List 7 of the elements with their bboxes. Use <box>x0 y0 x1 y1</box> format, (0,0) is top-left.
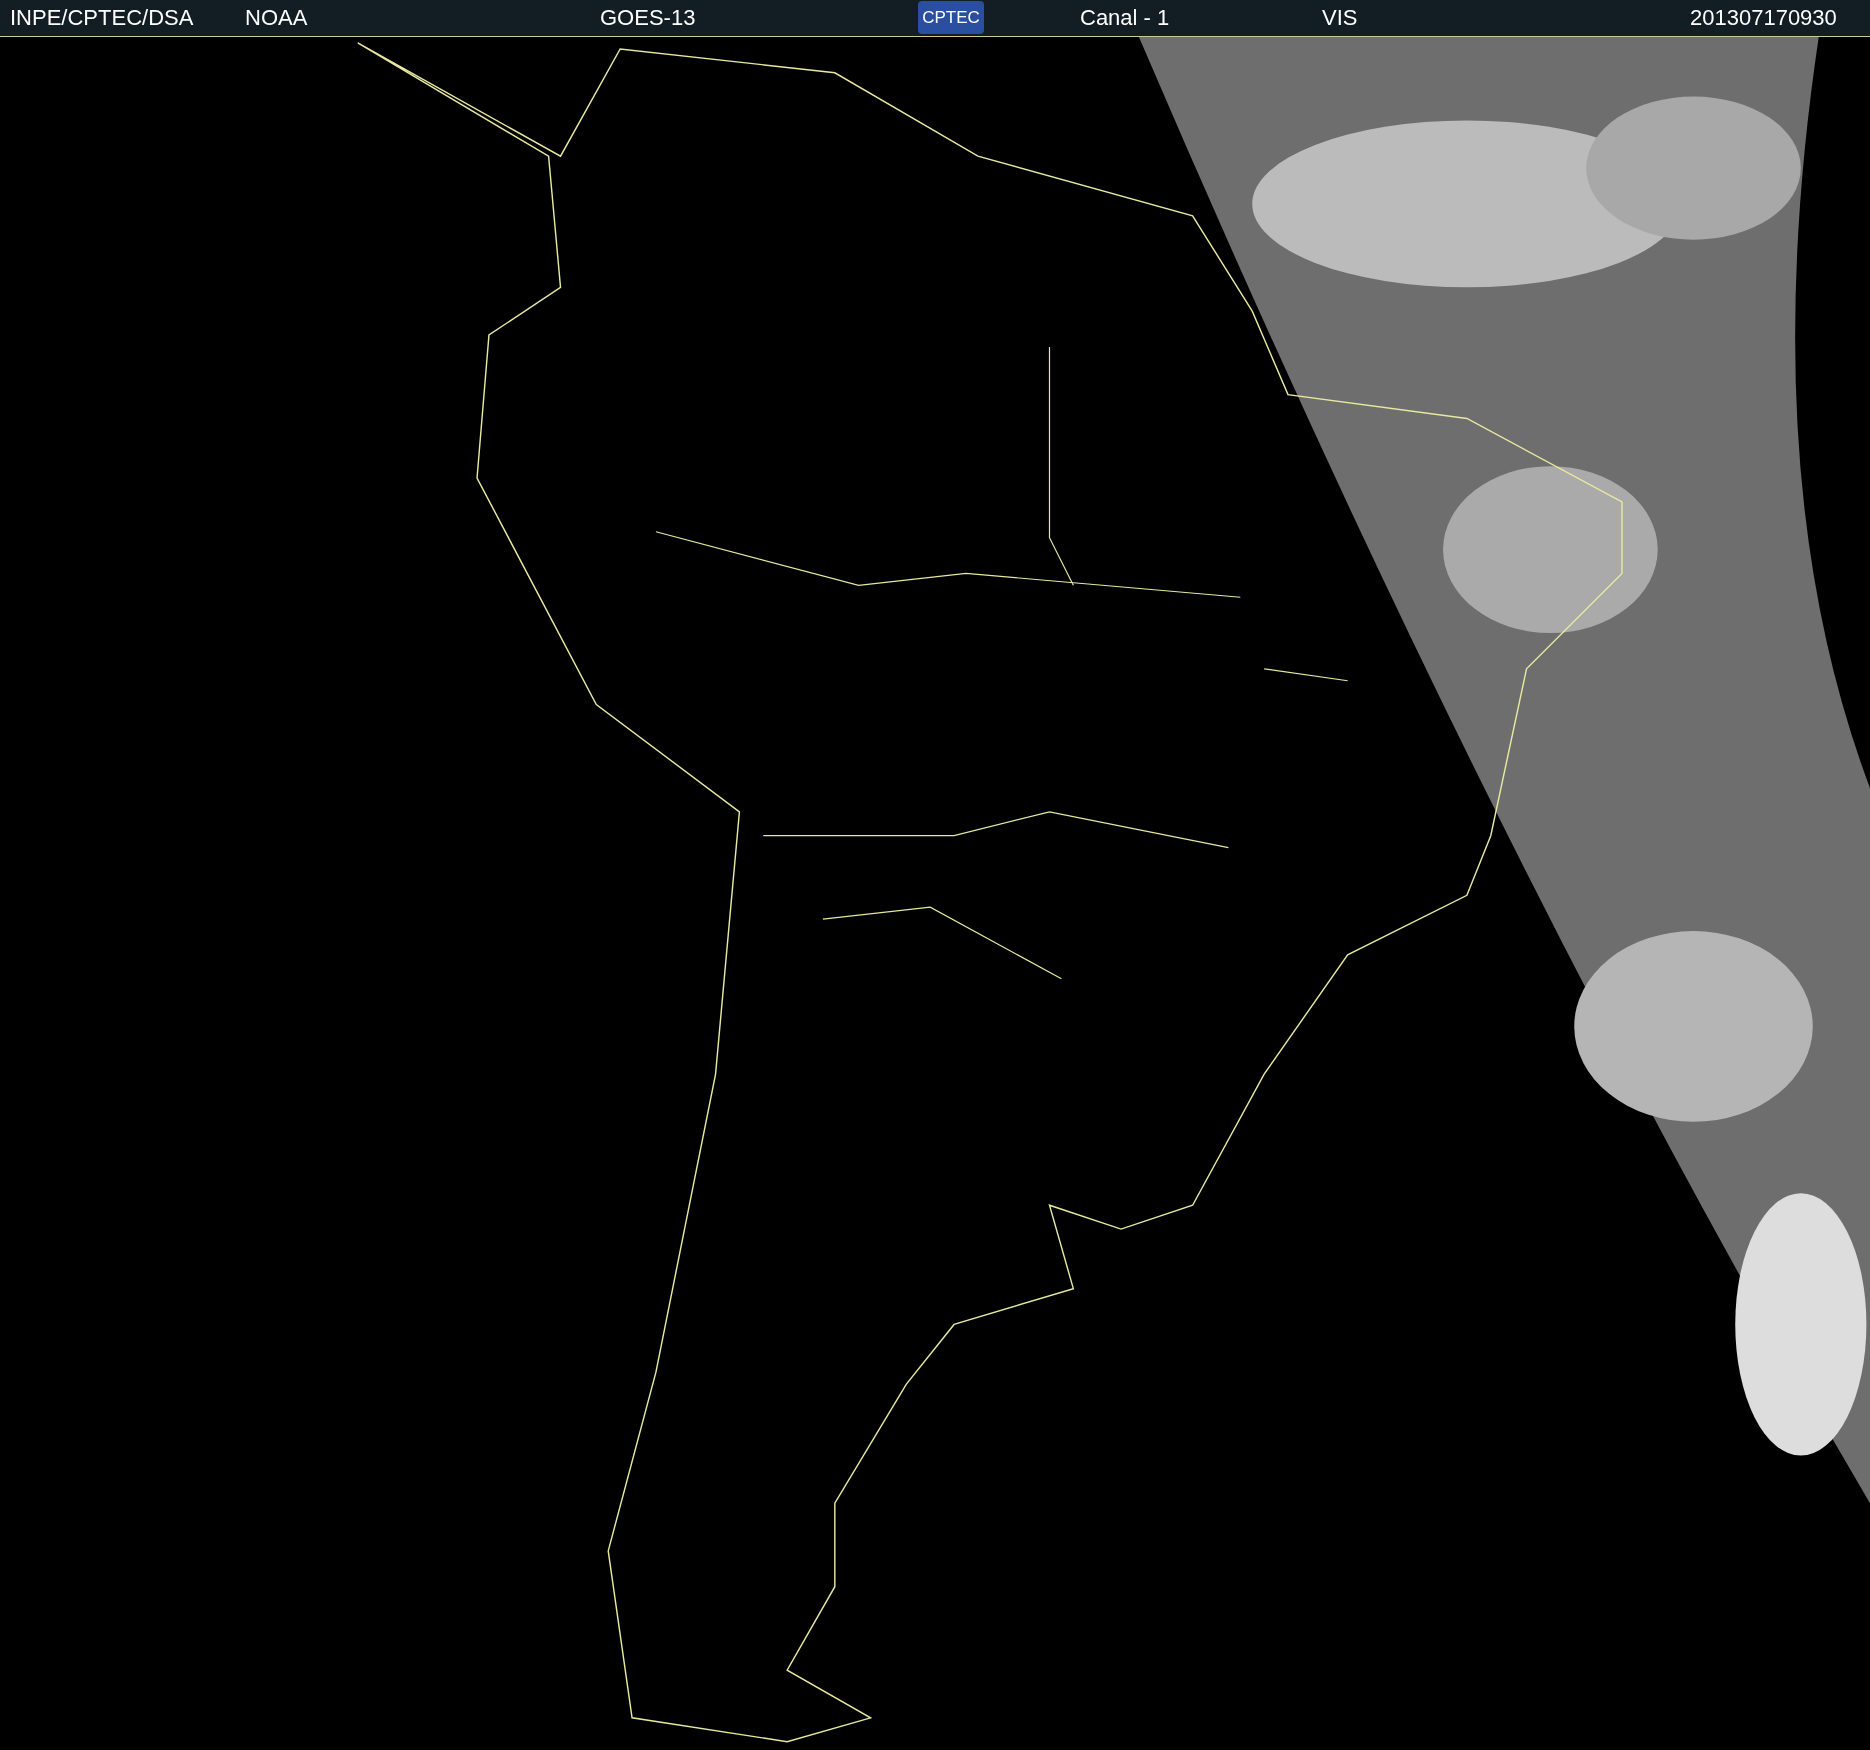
band-label: VIS <box>1322 5 1358 31</box>
satellite-label: GOES-13 <box>600 5 696 31</box>
logo: CPTEC <box>918 1 984 34</box>
timestamp-label: 201307170930 <box>1690 5 1837 31</box>
channel-label: Canal - 1 <box>1080 5 1170 31</box>
agency-label: NOAA <box>245 5 308 31</box>
source-label: INPE/CPTEC/DSA <box>10 5 194 31</box>
